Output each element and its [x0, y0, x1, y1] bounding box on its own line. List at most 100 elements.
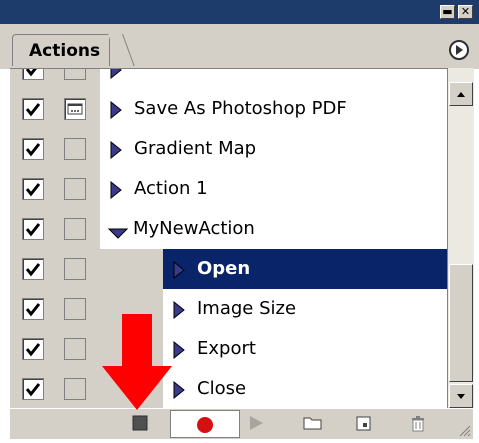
tab-actions-label: Actions	[29, 41, 101, 61]
action-item[interactable]: Action 1	[100, 169, 447, 210]
action-row[interactable]: Image Size	[10, 289, 447, 330]
toggle-dialog-checkbox[interactable]	[64, 98, 86, 120]
toggle-dialog-cell	[52, 369, 100, 409]
toggle-item-cell	[10, 69, 51, 89]
scroll-thumb[interactable]	[449, 264, 473, 382]
actions-toolbar	[10, 408, 473, 439]
stop-button[interactable]	[130, 413, 150, 433]
play-button[interactable]	[246, 413, 266, 433]
toggle-item-checkbox[interactable]	[22, 69, 44, 80]
action-label: Close	[197, 378, 247, 399]
toggle-item-cell	[10, 169, 51, 209]
panel-menu-button[interactable]	[449, 40, 469, 60]
toggle-item-checkbox[interactable]	[22, 98, 44, 120]
checkmark-icon	[25, 183, 41, 197]
action-row[interactable]: Gradient Map	[10, 129, 447, 170]
record-button[interactable]	[170, 410, 240, 438]
new-set-button[interactable]	[302, 413, 322, 433]
toggle-item-checkbox[interactable]	[22, 218, 44, 240]
annotation-arrow-icon	[102, 314, 172, 410]
tab-actions[interactable]: Actions	[12, 34, 110, 66]
checkmark-icon	[25, 343, 41, 357]
action-label: Action 1	[134, 178, 208, 199]
action-row[interactable]: Export	[10, 329, 447, 370]
toggle-item-cell	[10, 329, 51, 369]
delete-button[interactable]	[408, 413, 428, 433]
toggle-dialog-cell	[52, 209, 100, 249]
toggle-item-checkbox[interactable]	[22, 298, 44, 320]
toggle-dialog-cell	[52, 69, 100, 89]
chevron-down-icon	[457, 394, 465, 399]
circle-triangle-right-icon	[456, 45, 463, 55]
action-item[interactable]	[100, 69, 447, 90]
action-label: Image Size	[197, 298, 297, 319]
minimize-button[interactable]: ▬	[440, 5, 455, 19]
action-row[interactable]: Save As Photoshop PDF	[10, 89, 447, 130]
tab-strip: Actions	[0, 24, 479, 69]
toggle-dialog-checkbox[interactable]	[64, 378, 86, 400]
action-row[interactable]: Close	[10, 369, 447, 409]
checkmark-icon	[25, 263, 41, 277]
checkmark-icon	[25, 383, 41, 397]
vertical-scrollbar[interactable]	[447, 68, 474, 408]
toggle-item-cell	[10, 369, 51, 409]
action-row[interactable]: Open	[10, 249, 447, 290]
resize-grip-icon[interactable]	[457, 423, 471, 437]
toggle-item-checkbox[interactable]	[22, 258, 44, 280]
toggle-dialog-checkbox[interactable]	[64, 178, 86, 200]
scroll-up-button[interactable]	[449, 82, 473, 106]
toggle-dialog-cell	[52, 329, 100, 369]
toggle-item-checkbox[interactable]	[22, 138, 44, 160]
action-item[interactable]: Save As Photoshop PDF	[100, 89, 447, 130]
new-action-icon	[356, 416, 371, 431]
minimize-icon: ▬	[442, 5, 453, 18]
command-item[interactable]: Close	[162, 369, 447, 409]
action-item[interactable]: Gradient Map	[100, 129, 447, 170]
toggle-dialog-cell	[52, 289, 100, 329]
play-icon	[250, 416, 263, 430]
action-row[interactable]: Action 1	[10, 169, 447, 210]
toggle-dialog-checkbox[interactable]	[64, 138, 86, 160]
toggle-item-cell	[10, 289, 51, 329]
action-label: Save As Photoshop PDF	[134, 98, 347, 119]
toggle-item-checkbox[interactable]	[22, 178, 44, 200]
action-row[interactable]: MyNewAction	[10, 209, 447, 250]
dialog-icon	[67, 103, 83, 115]
toggle-item-cell	[10, 89, 51, 129]
checkmark-icon	[25, 69, 37, 77]
toggle-dialog-checkbox[interactable]	[64, 69, 86, 80]
toggle-dialog-checkbox[interactable]	[64, 338, 86, 360]
checkmark-icon	[25, 303, 41, 317]
toggle-dialog-checkbox[interactable]	[64, 218, 86, 240]
chevron-up-icon	[457, 92, 465, 97]
close-icon: ✕	[460, 5, 471, 18]
toggle-dialog-checkbox[interactable]	[64, 298, 86, 320]
stop-icon	[132, 415, 148, 431]
command-item[interactable]: Export	[162, 329, 447, 370]
command-item[interactable]: Open	[162, 249, 447, 290]
action-label: Export	[197, 338, 256, 359]
folder-icon	[303, 417, 322, 430]
action-label: MyNewAction	[133, 218, 255, 239]
scroll-down-button[interactable]	[449, 384, 473, 408]
action-label: Gradient Map	[134, 138, 257, 159]
actions-list[interactable]: Save As Photoshop PDF Gradient Map Action …	[10, 68, 447, 409]
toggle-dialog-cell	[52, 249, 100, 289]
panel-title-bar[interactable]: ▬ ✕	[0, 0, 479, 24]
toggle-item-checkbox[interactable]	[22, 338, 44, 360]
toggle-item-cell	[10, 129, 51, 169]
action-item[interactable]: MyNewAction	[100, 209, 447, 250]
toggle-item-cell	[10, 249, 51, 289]
toggle-dialog-cell	[52, 169, 100, 209]
command-item[interactable]: Image Size	[162, 289, 447, 330]
toggle-item-checkbox[interactable]	[22, 378, 44, 400]
toggle-dialog-cell	[52, 129, 100, 169]
checkmark-icon	[25, 103, 41, 117]
close-button[interactable]: ✕	[458, 5, 473, 19]
action-label: Open	[197, 258, 251, 279]
action-row[interactable]	[10, 69, 447, 90]
checkmark-icon	[25, 143, 41, 157]
new-action-button[interactable]	[354, 413, 374, 433]
toggle-dialog-checkbox[interactable]	[64, 258, 86, 280]
record-icon	[197, 417, 213, 433]
